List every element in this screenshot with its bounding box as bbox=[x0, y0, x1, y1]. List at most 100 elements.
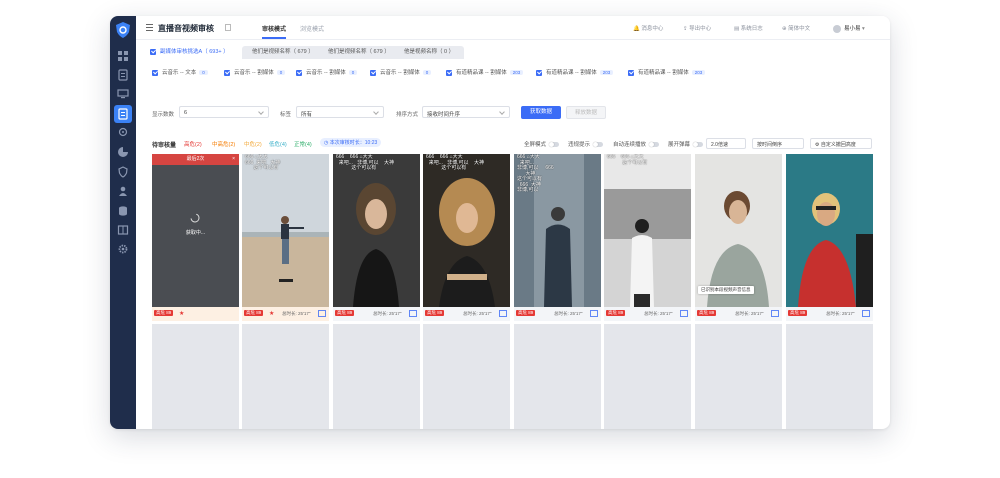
menu-icon[interactable] bbox=[146, 24, 153, 31]
video-thumbnail[interactable] bbox=[242, 154, 329, 307]
status-toolbar: 待审核量 高危(2) 中高危(2) 中危(2) 低危(4) 正常(4) ◷ 本次… bbox=[152, 138, 890, 150]
fetch-data-button[interactable]: 获取数据 bbox=[521, 106, 561, 119]
loading-spinner-icon bbox=[190, 213, 200, 223]
checkbox-icon bbox=[370, 69, 376, 76]
speed-select[interactable]: 2.0倍速 bbox=[706, 138, 746, 149]
video-thumbnail[interactable] bbox=[786, 154, 873, 307]
danmaku-label: 展开弹幕 bbox=[668, 142, 691, 148]
video-card-placeholder bbox=[242, 324, 329, 429]
recent-banner: 最后2次 × bbox=[152, 154, 239, 165]
filter-5-count: 203 bbox=[599, 70, 614, 75]
export-link[interactable]: ⇪ 导出中心 bbox=[683, 24, 711, 32]
order-select[interactable]: 按时间倒序 bbox=[752, 138, 804, 149]
filter-2[interactable]: 云音乐 -- 割媒体 0 bbox=[296, 68, 358, 76]
language-select[interactable]: ⊕ 简体中文 bbox=[782, 24, 810, 32]
display-count-select[interactable]: 6 bbox=[179, 106, 269, 118]
database-icon[interactable] bbox=[117, 205, 129, 217]
tag-select[interactable]: 所有 bbox=[296, 106, 384, 118]
video-thumbnail[interactable] bbox=[695, 154, 782, 307]
low-risk-count[interactable]: 低危(4) bbox=[269, 140, 287, 148]
danmaku-line: 这个可以有 bbox=[336, 165, 377, 171]
filter-1[interactable]: 云音乐 -- 割媒体 0 bbox=[224, 68, 286, 76]
normal-count[interactable]: 正常(4) bbox=[294, 140, 312, 148]
grid-icon[interactable] bbox=[117, 50, 129, 62]
video-card[interactable]: 666 ⌂大大666 来吧 大神 这个可以有 256 ⊙ 2'36" 高危 89… bbox=[242, 154, 329, 321]
sort-select[interactable]: 接收时间升序 bbox=[422, 106, 510, 118]
video-card[interactable]: 最后2次× 获取中... 256 ⊙ 2'36" 高危 89★ bbox=[152, 154, 239, 321]
gear-icon: ⚙ bbox=[815, 142, 820, 148]
toggle-switch bbox=[649, 142, 660, 148]
user-menu[interactable]: 易小易 ▾ bbox=[833, 24, 865, 33]
document-icon[interactable] bbox=[117, 69, 129, 81]
checkbox-icon bbox=[296, 69, 302, 76]
report-icon[interactable] bbox=[499, 310, 507, 317]
audio-tooltip: 已识别本段视频声音信息 bbox=[698, 286, 754, 294]
tab-channel-2[interactable]: 他们是视频名称（ 679 ） bbox=[318, 46, 400, 59]
report-icon[interactable] bbox=[862, 310, 870, 317]
toggle-switch bbox=[593, 142, 604, 148]
risk-badge: 高危 89 bbox=[154, 310, 174, 316]
video-thumbnail[interactable] bbox=[333, 154, 420, 307]
release-data-button[interactable]: 释放数据 bbox=[566, 106, 606, 119]
filter-0-label: 云音乐 -- 文本 bbox=[162, 70, 197, 76]
sidebar-item-review[interactable] bbox=[114, 105, 132, 123]
autoplay-label: 自动连续播放 bbox=[613, 142, 647, 148]
filter-4-count: 203 bbox=[509, 70, 524, 75]
video-card[interactable]: 666 666 ⌂大大 这个可以有 256 ⊙ 2'36" 高危 89总时长: … bbox=[604, 154, 691, 321]
video-card[interactable]: 666 666 ⌂大大 来吧... 非博,可以 大神 这个可以有 256 ⊙ 2… bbox=[333, 154, 420, 321]
custom-height-button[interactable]: ⚙ 自定义撤回高度 bbox=[810, 138, 872, 149]
syslog-link[interactable]: ▤ 系统日志 bbox=[734, 24, 763, 32]
filter-5-label: 有道精品课 -- 割媒体 bbox=[546, 70, 597, 76]
danmaku-line: 非博,可以 bbox=[517, 187, 539, 193]
tab-channel-1[interactable]: 他们是视频名称（ 679 ） bbox=[242, 46, 324, 59]
video-card[interactable]: 666 ⌂大大 来吧... 非博,可以 666 大神 这个可以有 666 大神 非博,… bbox=[514, 154, 601, 321]
mid-risk-count[interactable]: 中危(2) bbox=[244, 140, 262, 148]
tab-browse-mode[interactable]: 浏览模式 bbox=[300, 24, 324, 33]
checkbox-icon bbox=[446, 69, 452, 76]
filter-6-count: 203 bbox=[691, 70, 706, 75]
report-icon[interactable] bbox=[771, 310, 779, 317]
report-icon[interactable] bbox=[590, 310, 598, 317]
report-icon[interactable] bbox=[318, 310, 326, 317]
mid-high-risk-count[interactable]: 中高危(2) bbox=[212, 140, 235, 148]
filter-6[interactable]: 有道精品课 -- 割媒体 203 bbox=[628, 68, 706, 76]
video-card[interactable]: 666 666 ⌂大大 来吧... 非博,可以 大神 这个可以有 256 ⊙ 2… bbox=[423, 154, 510, 321]
filter-checkbox-row: 云音乐 -- 文本 0 云音乐 -- 割媒体 0 云音乐 -- 割媒体 0 云音乐 -… bbox=[152, 68, 890, 78]
filter-3[interactable]: 云音乐 -- 割媒体 0 bbox=[370, 68, 432, 76]
filter-4[interactable]: 有道精品课 -- 割媒体 203 bbox=[446, 68, 524, 76]
video-card-placeholder bbox=[604, 324, 691, 429]
report-icon[interactable] bbox=[409, 310, 417, 317]
book-icon[interactable] bbox=[117, 224, 129, 236]
recent-banner-text: 最后2次 bbox=[186, 156, 205, 162]
tab-review-mode[interactable]: 审核模式 bbox=[262, 24, 287, 39]
video-card[interactable]: 256 ⊙ 2'36" 高危 89总时长: 25'17" bbox=[786, 154, 873, 321]
danmaku-overlay: 666 666 ⌂大大 这个可以有 bbox=[607, 154, 688, 166]
video-thumbnail[interactable] bbox=[423, 154, 510, 307]
location-icon[interactable] bbox=[117, 127, 129, 139]
video-thumbnail[interactable] bbox=[604, 154, 691, 307]
tab-channel-3[interactable]: 他是视频名称（ 0 ） bbox=[394, 46, 465, 59]
filter-5[interactable]: 有道精品课 -- 割媒体 203 bbox=[536, 68, 614, 76]
high-risk-count[interactable]: 高危(2) bbox=[184, 140, 202, 148]
video-card-placeholder bbox=[514, 324, 601, 429]
filter-0[interactable]: 云音乐 -- 文本 0 bbox=[152, 68, 208, 76]
tab-channel-0[interactable]: 副媒体审核挑选A（ 693+ ） bbox=[150, 46, 229, 59]
pie-chart-icon[interactable] bbox=[117, 146, 129, 158]
video-card[interactable]: 已识别本段视频声音信息 256 ⊙ 2'36" 高危 89总时长: 25'17" bbox=[695, 154, 782, 321]
gear-icon[interactable] bbox=[117, 243, 129, 255]
review-timer: ◷ 本次审核时长：10:23 bbox=[320, 138, 382, 147]
monitor-icon[interactable] bbox=[117, 88, 129, 100]
checkbox-icon bbox=[536, 69, 542, 76]
star-icon[interactable]: ★ bbox=[269, 310, 274, 317]
violation-toggle[interactable]: 违规提示 bbox=[568, 140, 604, 148]
edit-icon[interactable] bbox=[225, 24, 231, 31]
fullscreen-toggle[interactable]: 全屏模式 bbox=[524, 140, 560, 148]
report-icon[interactable] bbox=[680, 310, 688, 317]
user-icon[interactable] bbox=[117, 185, 129, 197]
shield-icon[interactable] bbox=[117, 166, 129, 178]
close-icon[interactable]: × bbox=[232, 154, 235, 165]
danmaku-toggle[interactable]: 展开弹幕 bbox=[668, 140, 704, 148]
autoplay-toggle[interactable]: 自动连续播放 bbox=[613, 140, 660, 148]
star-icon[interactable]: ★ bbox=[179, 310, 184, 317]
messages-link[interactable]: 🔔 消息中心 bbox=[633, 24, 663, 32]
